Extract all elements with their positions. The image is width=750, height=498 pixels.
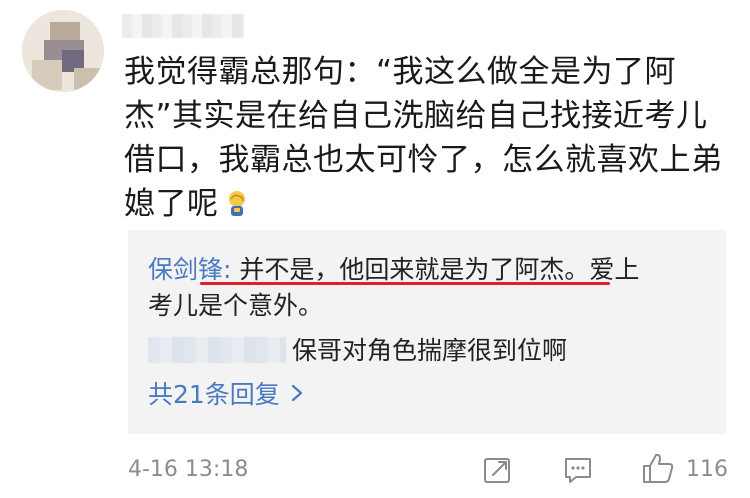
avatar[interactable] <box>22 10 104 92</box>
comment-line: 我觉得霸总那句：“我这么做全是为了阿 <box>124 54 677 90</box>
reply-line: 考儿是个意外。 <box>148 291 324 320</box>
thumbs-up-icon[interactable] <box>640 450 676 486</box>
comment-line-last: 媳了呢 <box>124 182 734 226</box>
timestamp: 4-16 13:18 <box>128 457 249 482</box>
reply-item: 保哥对角色揣摩很到位啊 <box>148 334 718 368</box>
more-replies-link[interactable]: 共21条回复 <box>148 378 304 412</box>
comment-line: 杰”其实是在给自己洗脑给自己找接近考儿 <box>124 98 708 134</box>
comment-icon[interactable] <box>562 454 594 486</box>
reply-text: 并不是，他回来就是为了阿杰。爱上 <box>239 255 640 284</box>
reply-box: 保剑锋: 并不是，他回来就是为了阿杰。爱上 考儿是个意外。 保哥对角色揣摩很到位… <box>128 230 726 434</box>
like-count: 116 <box>686 457 728 482</box>
reply-author-link[interactable]: 保剑锋 <box>148 255 223 284</box>
comment-line: 借口，我霸总也太可怜了，怎么就喜欢上弟 <box>124 142 723 178</box>
reply-item: 保剑锋: 并不是，他回来就是为了阿杰。爱上 考儿是个意外。 <box>148 252 718 324</box>
more-replies-label: 共21条回复 <box>148 380 280 409</box>
reply-separator: : <box>223 255 240 284</box>
comment-footer: 4-16 13:18 116 <box>0 448 750 488</box>
username-blurred[interactable] <box>122 14 244 38</box>
reply-author-blurred[interactable] <box>148 337 286 363</box>
repost-icon[interactable] <box>482 454 514 486</box>
comment-text: 我觉得霸总那句：“我这么做全是为了阿 杰”其实是在给自己洗脑给自己找接近考儿 借… <box>124 50 734 226</box>
facepalm-emoji-icon <box>225 186 249 216</box>
comment-line-text: 媳了呢 <box>124 186 219 222</box>
chevron-right-icon <box>290 378 304 412</box>
reply-text: 保哥对角色揣摩很到位啊 <box>292 336 568 365</box>
red-underline-annotation <box>200 282 610 285</box>
